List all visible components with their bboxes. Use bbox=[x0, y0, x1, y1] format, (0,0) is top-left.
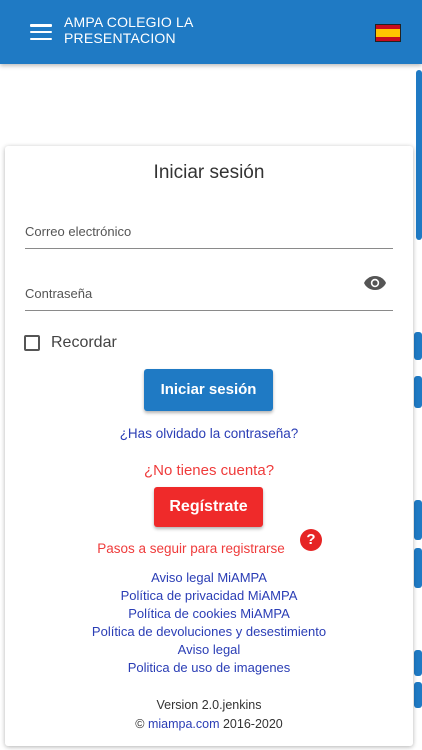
password-field[interactable]: Contraseña bbox=[25, 286, 393, 311]
email-label: Correo electrónico bbox=[25, 224, 132, 239]
login-button[interactable]: Iniciar sesión bbox=[144, 369, 273, 411]
password-label: Contraseña bbox=[25, 286, 93, 301]
checkbox-box[interactable] bbox=[24, 335, 40, 351]
background-content-strip bbox=[414, 70, 422, 750]
copyright-years: 2016-2020 bbox=[222, 717, 283, 731]
question-mark-icon[interactable]: ? bbox=[300, 529, 322, 551]
login-card: Iniciar sesión Correo electrónico Contra… bbox=[5, 146, 413, 746]
login-title: Iniciar sesión bbox=[153, 162, 265, 183]
legal-link-imagenes[interactable]: Politica de uso de imagenes bbox=[5, 659, 413, 677]
version-text: Version 2.0.jenkins bbox=[156, 698, 262, 712]
app-bar: AMPA COLEGIO LA PRESENTACION bbox=[0, 0, 422, 64]
legal-link-privacidad[interactable]: Política de privacidad MiAMPA bbox=[5, 587, 413, 605]
copyright-symbol: © bbox=[135, 717, 145, 731]
registration-steps-link[interactable]: Pasos a seguir para registrarse bbox=[0, 541, 395, 556]
legal-link-devoluciones[interactable]: Política de devoluciones y desestimiento bbox=[5, 623, 413, 641]
forgot-password-link[interactable]: ¿Has olvidado la contraseña? bbox=[5, 426, 413, 441]
legal-link-aviso-miampa[interactable]: Aviso legal MiAMPA bbox=[5, 569, 413, 587]
register-button[interactable]: Regístrate bbox=[154, 487, 263, 527]
copyright-line: © miampa.com 2016-2020 bbox=[5, 717, 413, 731]
legal-link-cookies[interactable]: Política de cookies MiAMPA bbox=[5, 605, 413, 623]
app-title: AMPA COLEGIO LA PRESENTACION bbox=[64, 14, 193, 46]
remember-label: Recordar bbox=[51, 334, 117, 351]
email-field[interactable]: Correo electrónico bbox=[25, 224, 393, 249]
eye-icon[interactable] bbox=[363, 274, 387, 292]
no-account-text: ¿No tienes cuenta? bbox=[143, 462, 275, 479]
hamburger-icon[interactable] bbox=[30, 24, 52, 41]
remember-checkbox[interactable]: Recordar bbox=[24, 334, 117, 352]
spain-flag-icon[interactable] bbox=[375, 24, 401, 42]
miampa-site-link[interactable]: miampa.com bbox=[148, 717, 220, 731]
legal-link-aviso[interactable]: Aviso legal bbox=[5, 641, 413, 659]
